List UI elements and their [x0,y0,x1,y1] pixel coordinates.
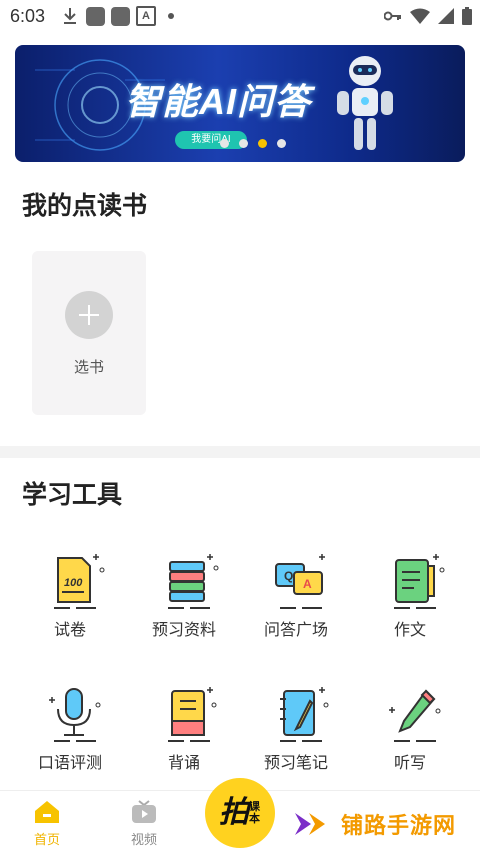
recite-icon [168,687,217,742]
watermark: 铺路手游网 [293,808,456,840]
banner-dot[interactable] [220,139,229,148]
tool-label: 试卷 [53,622,86,639]
status-bar: 6:03 A [0,0,480,32]
watermark-text: 铺路手游网 [341,813,457,838]
tool-dictation[interactable]: 听写 [350,683,470,803]
nav-video[interactable]: 视频 [114,799,174,847]
notification-dot-icon [168,13,174,19]
nav-video-label: 视频 [130,832,157,847]
status-time: 6:03 [10,6,46,26]
nav-home[interactable]: 首页 [17,799,77,847]
essay-icon [394,554,445,609]
ai-qa-banner[interactable]: 智能AI问答 我要问AI [15,45,465,162]
tool-qa-square[interactable]: Q A 问答广场 [236,550,356,670]
tv-icon [132,800,156,823]
center-button-sub: 课本 [249,801,260,825]
svg-text:Q: Q [284,569,293,583]
tool-label: 预习笔记 [263,755,328,772]
home-icon [35,801,59,823]
photo-textbook-button[interactable]: 拍 课本 [205,778,275,848]
plus-icon[interactable] [65,291,113,339]
app-icon [86,6,105,26]
tool-preview-materials[interactable]: 预习资料 [124,550,244,670]
banner-dot-active[interactable] [258,139,267,148]
tool-label: 听写 [393,755,426,772]
status-right-icons [384,7,472,25]
banner-title: 智能AI问答 [125,81,312,122]
notes-icon [280,687,329,742]
study-tools-title: 学习工具 [22,481,123,509]
tool-label: 口语评测 [37,755,102,772]
nav-home-label: 首页 [33,832,60,847]
signal-icon [438,8,454,24]
exam-icon: 100 [54,554,105,609]
app-icon [111,6,130,26]
add-book-card[interactable]: 选书 [32,251,146,415]
banner-pagination [220,139,286,148]
pencil-icon [389,689,441,742]
robot-icon [337,56,393,150]
section-divider [0,446,480,458]
wifi-icon [410,8,430,24]
key-icon [384,11,401,21]
tool-oral-evaluation[interactable]: 口语评测 [10,683,130,803]
banner-dot[interactable] [239,139,248,148]
tool-essay[interactable]: 作文 [350,550,470,670]
svg-text:100: 100 [64,577,83,589]
download-icon [60,6,80,26]
text-a-icon: A [136,6,156,26]
center-button-main: 拍 [219,796,249,829]
my-books-title: 我的点读书 [22,192,148,220]
tool-label: 作文 [393,622,426,639]
qa-icon: Q A [275,554,325,609]
svg-text:A: A [303,577,312,591]
tool-label: 背诵 [167,755,200,772]
tool-label: 问答广场 [263,622,328,639]
books-icon [168,554,219,609]
tool-label: 预习资料 [151,622,216,639]
add-book-label: 选书 [73,359,104,376]
tool-exam[interactable]: 100 试卷 [10,550,130,670]
banner-dot[interactable] [277,139,286,148]
microphone-icon [49,688,101,742]
status-left-icons: A [60,6,174,26]
watermark-logo-icon [295,813,325,835]
battery-icon [462,7,472,25]
